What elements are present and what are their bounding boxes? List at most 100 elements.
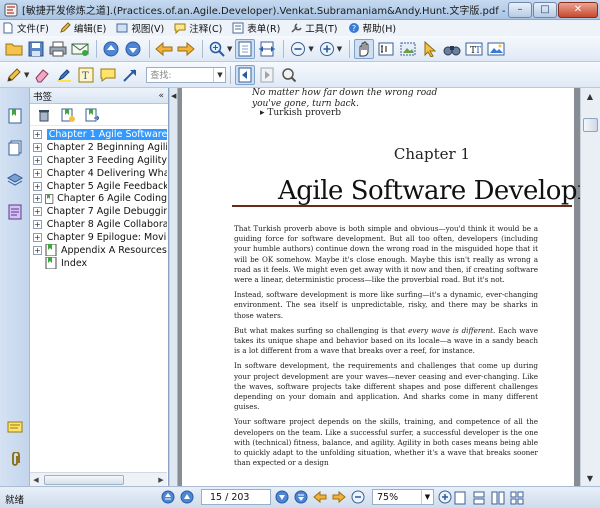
pencil-tool-button[interactable]	[4, 65, 24, 85]
bookmark-item[interactable]: + Appendix A Resources	[30, 244, 167, 257]
expand-toggle[interactable]: +	[33, 155, 42, 165]
note-button[interactable]	[98, 65, 118, 85]
pages-panel-icon[interactable]	[7, 140, 23, 156]
typewriter-button[interactable]: TT	[464, 39, 484, 59]
expand-toggle[interactable]: +	[33, 220, 42, 230]
scroll-thumb[interactable]	[583, 118, 598, 132]
bookmark-horizontal-scrollbar[interactable]: ◀ ▶	[30, 472, 167, 486]
go-back-button[interactable]	[312, 489, 328, 505]
find-dropdown[interactable]: ▼	[213, 67, 225, 82]
single-page-button[interactable]	[452, 490, 468, 506]
previous-page-button[interactable]	[101, 39, 121, 59]
highlight-button[interactable]	[54, 65, 74, 85]
select-annotation-button[interactable]	[420, 39, 440, 59]
expand-bookmark-button[interactable]	[84, 107, 100, 123]
zoom-level-select[interactable]: 75% ▼	[372, 489, 434, 505]
bookmark-item[interactable]: + Chapter 5 Agile Feedback	[30, 180, 167, 193]
fit-width-button[interactable]	[257, 39, 277, 59]
menu-comment[interactable]: 注释(C)	[174, 21, 222, 35]
image-button[interactable]	[486, 39, 506, 59]
comments-panel-icon[interactable]	[7, 204, 23, 220]
back-button[interactable]	[154, 39, 174, 59]
bookmark-item[interactable]: + Chapter 8 Agile Collaboratio	[30, 218, 167, 231]
find-button[interactable]	[442, 39, 462, 59]
zoom-out-dropdown[interactable]: ▼	[308, 45, 313, 53]
document-view[interactable]: ◀ No matter how far down the wrong road …	[170, 88, 580, 486]
paperclip-icon[interactable]	[7, 452, 23, 468]
snapshot-button[interactable]	[398, 39, 418, 59]
continuous-facing-button[interactable]	[509, 490, 525, 506]
menu-edit[interactable]: 编辑(E)	[59, 21, 106, 35]
expand-toggle[interactable]: +	[33, 207, 42, 217]
go-forward-button[interactable]	[331, 489, 347, 505]
expand-toggle[interactable]: +	[33, 194, 42, 204]
print-button[interactable]	[48, 39, 68, 59]
menu-view[interactable]: 视图(V)	[116, 21, 164, 35]
forward-button[interactable]	[176, 39, 196, 59]
find-next-button[interactable]	[257, 65, 277, 85]
eraser-button[interactable]	[32, 65, 52, 85]
zoom-out-button[interactable]	[288, 39, 308, 59]
find-previous-button[interactable]	[235, 64, 256, 85]
layers-panel-icon[interactable]	[7, 172, 23, 188]
collapse-panel-button[interactable]: «	[158, 91, 164, 101]
zoom-level-dropdown[interactable]: ▼	[421, 490, 433, 504]
bookmark-panel-icon[interactable]	[7, 108, 23, 124]
expand-toggle[interactable]: +	[33, 142, 42, 152]
expand-toggle[interactable]: +	[33, 181, 42, 191]
prev-page-button[interactable]	[179, 489, 195, 505]
bookmark-item[interactable]: + Chapter 1 Agile Software D	[30, 128, 167, 141]
zoom-tool-button[interactable]	[207, 39, 227, 59]
next-page-button[interactable]	[123, 39, 143, 59]
menu-file[interactable]: 文件(F)	[2, 21, 49, 35]
scroll-right-icon[interactable]: ▶	[155, 474, 167, 486]
email-button[interactable]	[70, 39, 90, 59]
maximize-button[interactable]: □	[533, 1, 557, 18]
expand-toggle[interactable]: +	[33, 233, 42, 243]
scroll-thumb[interactable]	[44, 474, 124, 485]
menu-tools[interactable]: 工具(T)	[290, 21, 338, 35]
typewriter-text-button[interactable]: T	[76, 65, 96, 85]
scroll-left-icon[interactable]: ◀	[30, 474, 42, 486]
zoom-in-status-button[interactable]	[437, 489, 453, 505]
menu-form[interactable]: 表单(R)	[232, 21, 280, 35]
attachments-panel-icon[interactable]	[7, 420, 23, 436]
delete-bookmark-button[interactable]	[36, 107, 52, 123]
menu-help[interactable]: ? 帮助(H)	[348, 21, 396, 35]
bookmark-item[interactable]: Index	[30, 257, 167, 270]
select-text-button[interactable]	[376, 39, 396, 59]
search-button[interactable]	[279, 65, 299, 85]
last-page-button[interactable]	[293, 489, 309, 505]
foxit-app-icon[interactable]	[4, 3, 18, 17]
save-button[interactable]	[26, 39, 46, 59]
expand-toggle[interactable]: +	[33, 129, 42, 139]
find-input[interactable]: 查找: ▼	[146, 66, 227, 83]
zoom-in-dropdown[interactable]: ▼	[337, 45, 342, 53]
continuous-button[interactable]	[471, 490, 487, 506]
zoom-tool-dropdown[interactable]: ▼	[227, 45, 232, 53]
scroll-up-icon[interactable]: ▲	[581, 88, 599, 104]
pdf-page[interactable]: No matter how far down the wrong road yo…	[182, 88, 580, 486]
bookmark-item[interactable]: + Chapter 3 Feeding Agility	[30, 154, 167, 167]
next-page-status-button[interactable]	[274, 489, 290, 505]
facing-button[interactable]	[490, 490, 506, 506]
expand-toggle[interactable]: +	[33, 168, 42, 178]
fit-page-button[interactable]	[235, 38, 256, 59]
first-page-button[interactable]	[160, 489, 176, 505]
zoom-in-button[interactable]	[317, 39, 337, 59]
arrow-tool-button[interactable]	[120, 65, 140, 85]
expand-toggle[interactable]: +	[33, 245, 42, 255]
bookmark-item[interactable]: + Chapter 9 Epilogue: Movin	[30, 231, 167, 244]
open-button[interactable]	[4, 39, 24, 59]
bookmark-item[interactable]: + Chapter 4 Delivering What	[30, 167, 167, 180]
scroll-down-icon[interactable]: ▼	[581, 470, 599, 486]
add-bookmark-button[interactable]	[60, 107, 76, 123]
bookmark-item[interactable]: + Chapter 2 Beginning Agility	[30, 141, 167, 154]
document-vertical-scrollbar[interactable]: ▲ ▼	[580, 88, 600, 486]
zoom-out-status-button[interactable]	[350, 489, 366, 505]
bookmark-item[interactable]: + Chapter 6 Agile Coding	[30, 192, 167, 205]
bookmark-item[interactable]: + Chapter 7 Agile Debugging	[30, 205, 167, 218]
hand-tool-button[interactable]	[354, 38, 375, 59]
page-number-input[interactable]: 15 / 203	[201, 489, 271, 505]
close-button[interactable]: ✕	[558, 1, 598, 18]
